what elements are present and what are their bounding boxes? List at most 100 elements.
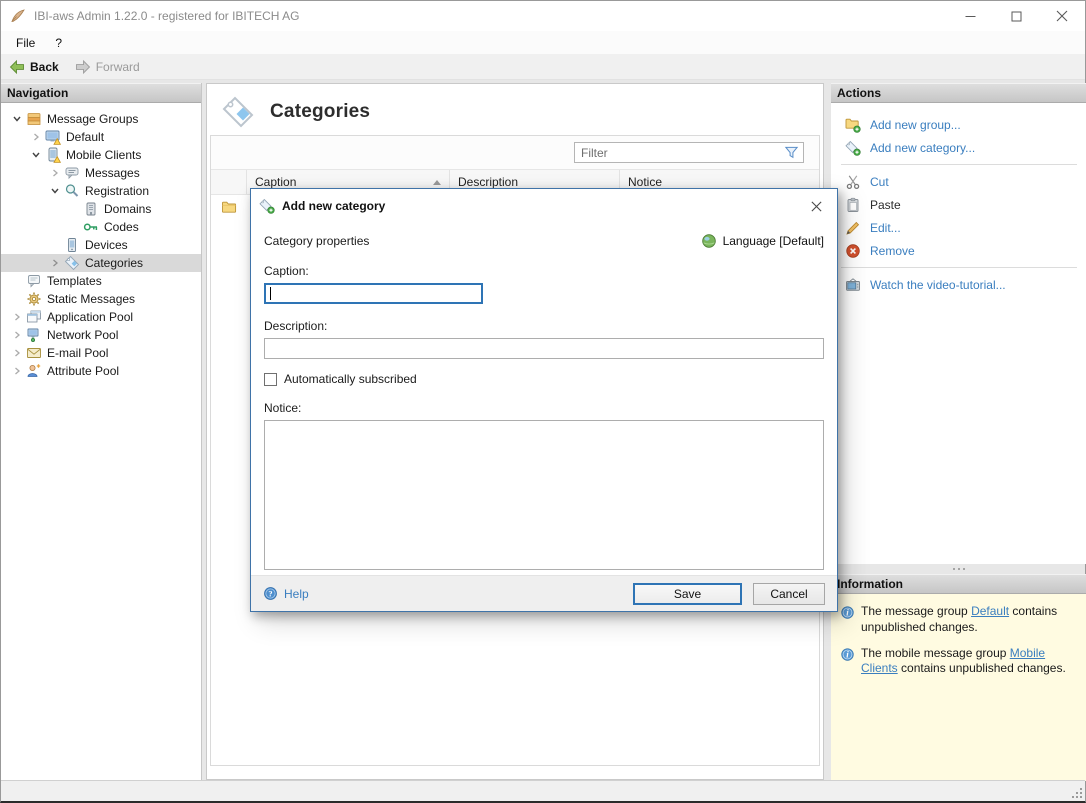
info-icon: i (840, 647, 855, 662)
chevron-right-icon[interactable] (47, 166, 62, 180)
tree-item-message-groups[interactable]: Message Groups (1, 110, 201, 128)
dialog-close-button[interactable] (805, 195, 827, 217)
menu-help[interactable]: ? (45, 31, 72, 54)
tree-item-categories[interactable]: Categories (1, 254, 201, 272)
information-panel-header: Information (831, 574, 1086, 594)
action-edit[interactable]: Edit... (831, 216, 1086, 239)
back-button[interactable]: Back (1, 54, 67, 79)
tree-item-codes[interactable]: Codes (1, 218, 201, 236)
forward-arrow-icon (75, 59, 91, 75)
maximize-button[interactable] (993, 1, 1039, 31)
chevron-down-icon[interactable] (47, 184, 62, 198)
chevron-right-icon[interactable] (9, 328, 24, 342)
tree-item-static-messages[interactable]: Static Messages (1, 290, 201, 308)
tree-item-devices[interactable]: Devices (1, 236, 201, 254)
chevron-right-icon[interactable] (28, 130, 43, 144)
chevron-placeholder (9, 292, 24, 306)
action-add-new-group[interactable]: Add new group... (831, 113, 1086, 136)
description-input[interactable] (264, 338, 824, 359)
tree-item-templates[interactable]: Templates (1, 272, 201, 290)
templates-icon (26, 273, 42, 289)
chevron-right-icon[interactable] (47, 256, 62, 270)
add-category-icon (259, 198, 275, 214)
column-header-icon[interactable] (211, 170, 247, 194)
tree-label: Message Groups (47, 112, 139, 126)
action-label: Paste (870, 197, 901, 212)
action-remove[interactable]: Remove (831, 239, 1086, 262)
categories-tag-icon (64, 255, 80, 271)
categories-tag-large-icon (220, 94, 256, 130)
dialog-title: Add new category (282, 199, 386, 213)
title-bar: IBI-aws Admin 1.22.0 - registered for IB… (1, 1, 1085, 31)
actions-panel: Actions Add new group... Add new categor… (831, 83, 1086, 564)
tree-item-mobile-clients[interactable]: Mobile Clients (1, 146, 201, 164)
action-add-new-category[interactable]: Add new category... (831, 136, 1086, 159)
filter-funnel-icon[interactable] (784, 145, 799, 160)
info-item: i The message group Default contains unp… (840, 604, 1079, 636)
tree-item-default[interactable]: Default (1, 128, 201, 146)
info-link-default[interactable]: Default (971, 604, 1009, 618)
tree-item-registration[interactable]: Registration (1, 182, 201, 200)
help-link[interactable]: ? Help (263, 586, 309, 601)
filter-box (574, 142, 804, 163)
chevron-placeholder (47, 238, 62, 252)
save-button[interactable]: Save (633, 582, 742, 605)
back-label: Back (30, 59, 59, 74)
chevron-down-icon[interactable] (9, 112, 24, 126)
tree-item-attribute-pool[interactable]: Attribute Pool (1, 362, 201, 380)
tree-item-messages[interactable]: Messages (1, 164, 201, 182)
application-pool-icon (26, 309, 42, 325)
info-item: i The mobile message group Mobile Client… (840, 646, 1079, 678)
menu-file[interactable]: File (1, 31, 45, 54)
back-arrow-icon (9, 59, 25, 75)
registration-icon (64, 183, 80, 199)
mobile-group-warning-icon (45, 147, 61, 163)
status-bar (1, 780, 1085, 801)
static-messages-icon (26, 291, 42, 307)
resize-grip[interactable] (1072, 788, 1083, 799)
tree-item-application-pool[interactable]: Application Pool (1, 308, 201, 326)
tree-label: Attribute Pool (47, 364, 120, 378)
cancel-button[interactable]: Cancel (753, 582, 825, 605)
menu-bar: File ? (1, 31, 1085, 54)
automatically-subscribed-checkbox[interactable] (264, 372, 277, 386)
chevron-right-icon[interactable] (9, 346, 24, 360)
chevron-right-icon[interactable] (9, 364, 24, 378)
forward-button[interactable]: Forward (67, 54, 148, 79)
tree-label: Codes (104, 220, 139, 234)
panel-splitter[interactable] (831, 564, 1086, 574)
tree-label: Mobile Clients (66, 148, 142, 162)
action-label: Cut (870, 174, 889, 189)
category-properties-label: Category properties (264, 234, 370, 248)
tree-label: E-mail Pool (47, 346, 109, 360)
navigation-toolbar: Back Forward (1, 54, 1085, 80)
action-label: Remove (870, 243, 915, 258)
action-cut[interactable]: Cut (831, 170, 1086, 193)
language-label: Language [Default] (722, 234, 824, 248)
filter-input[interactable] (575, 145, 784, 160)
tree-label: Application Pool (47, 310, 134, 324)
chevron-down-icon[interactable] (28, 148, 43, 162)
info-text: The message group Default contains unpub… (861, 604, 1058, 634)
caption-input[interactable] (264, 283, 483, 304)
network-pool-icon (26, 327, 42, 343)
actions-separator (841, 164, 1077, 165)
tree-label: Messages (85, 166, 140, 180)
tree-item-email-pool[interactable]: E-mail Pool (1, 344, 201, 362)
help-label: Help (284, 586, 309, 601)
info-text: The mobile message group Mobile Clients … (861, 645, 1066, 676)
tree-label: Categories (85, 256, 144, 270)
close-window-button[interactable] (1039, 1, 1085, 31)
tree-label: Templates (47, 274, 102, 288)
notice-textarea[interactable] (264, 420, 824, 570)
chevron-right-icon[interactable] (9, 310, 24, 324)
action-paste[interactable]: Paste (831, 193, 1086, 216)
tree-item-domains[interactable]: Domains (1, 200, 201, 218)
action-watch-video-tutorial[interactable]: Watch the video-tutorial... (831, 273, 1086, 296)
tree-label: Default (66, 130, 105, 144)
tree-item-network-pool[interactable]: Network Pool (1, 326, 201, 344)
chevron-placeholder (9, 274, 24, 288)
info-icon: i (840, 605, 855, 620)
language-selector[interactable]: Language [Default] (701, 233, 824, 249)
minimize-button[interactable] (947, 1, 993, 31)
